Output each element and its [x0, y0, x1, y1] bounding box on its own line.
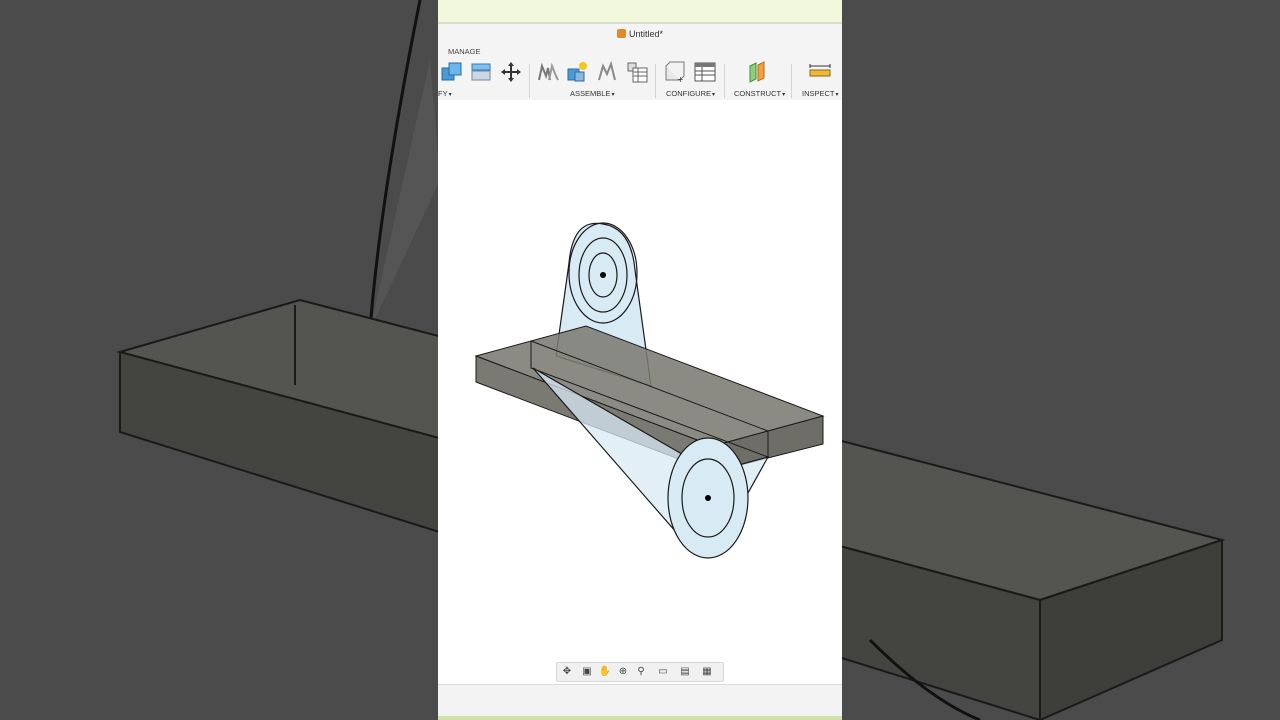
- configuration-table-icon[interactable]: [693, 60, 717, 84]
- navigation-bar: ✥ ▣ ✋ ⊕ ⚲ ▭ ▤ ▦: [556, 662, 724, 682]
- svg-text:+: +: [677, 75, 684, 84]
- zoom-icon[interactable]: ⚲: [633, 664, 649, 680]
- ribbon-divider: [724, 64, 725, 98]
- grid-settings-icon[interactable]: ▤: [677, 664, 693, 680]
- model-viewport[interactable]: [438, 100, 842, 684]
- replace-face-icon[interactable]: [469, 60, 493, 84]
- zoom-window-icon[interactable]: ⊕: [615, 664, 631, 680]
- move-icon[interactable]: [499, 60, 523, 84]
- title-bar: Untitled*: [438, 24, 842, 44]
- combine-icon[interactable]: [440, 60, 464, 84]
- browser-top-strip: [438, 0, 842, 24]
- configure-menu[interactable]: CONFIGURE▾: [666, 89, 715, 98]
- tab-manage[interactable]: MANAGE: [448, 47, 481, 56]
- look-at-icon[interactable]: ▣: [579, 664, 595, 680]
- fusion-app-window: Untitled* MANAGE FY▾ ASSEMBLE▾ + CONFIGU…: [438, 0, 842, 720]
- new-component-icon[interactable]: [536, 60, 560, 84]
- status-bar: [438, 684, 842, 717]
- orbit-icon[interactable]: ✥: [559, 664, 575, 680]
- ribbon-divider: [655, 64, 656, 98]
- construct-menu[interactable]: CONSTRUCT▾: [734, 89, 785, 98]
- ribbon-divider: [791, 64, 792, 98]
- pan-icon[interactable]: ✋: [597, 664, 613, 680]
- offset-plane-icon[interactable]: [746, 60, 770, 84]
- configure-part-icon[interactable]: +: [663, 60, 687, 84]
- bottom-accent-strip: [438, 716, 842, 720]
- measure-icon[interactable]: [808, 60, 832, 84]
- inspect-menu[interactable]: INSPECT▾: [802, 89, 839, 98]
- display-settings-icon[interactable]: ▭: [655, 664, 671, 680]
- document-icon: [616, 29, 626, 38]
- joint-icon[interactable]: [565, 60, 589, 84]
- as-built-joint-icon[interactable]: [595, 60, 619, 84]
- lower-center-point: [705, 495, 711, 501]
- joint-origin-icon[interactable]: [625, 60, 649, 84]
- ribbon-divider: [529, 64, 530, 98]
- assemble-menu[interactable]: ASSEMBLE▾: [570, 89, 614, 98]
- toolbar-ribbon: MANAGE FY▾ ASSEMBLE▾ + CONFIGURE▾ CONSTR…: [438, 44, 842, 101]
- modify-menu[interactable]: FY▾: [438, 89, 452, 98]
- upper-center-point: [600, 272, 606, 278]
- viewports-icon[interactable]: ▦: [699, 664, 715, 680]
- document-title: Untitled*: [628, 29, 664, 39]
